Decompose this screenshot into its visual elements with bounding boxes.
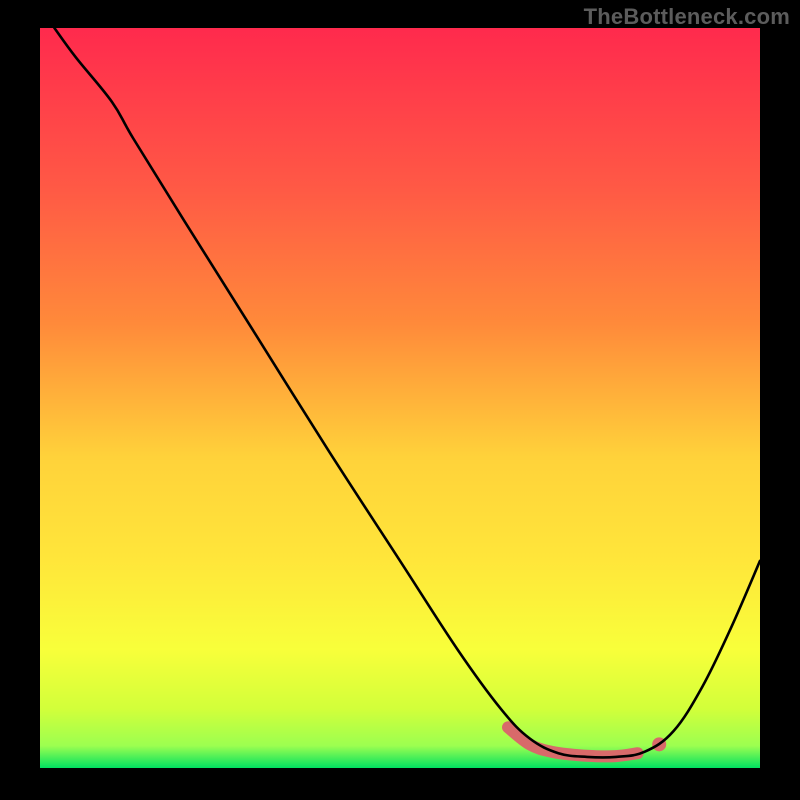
chart-frame: TheBottleneck.com [0,0,800,800]
gradient-background [40,28,760,768]
plot-area [40,28,760,768]
chart-svg [40,28,760,768]
watermark-label: TheBottleneck.com [584,4,790,30]
